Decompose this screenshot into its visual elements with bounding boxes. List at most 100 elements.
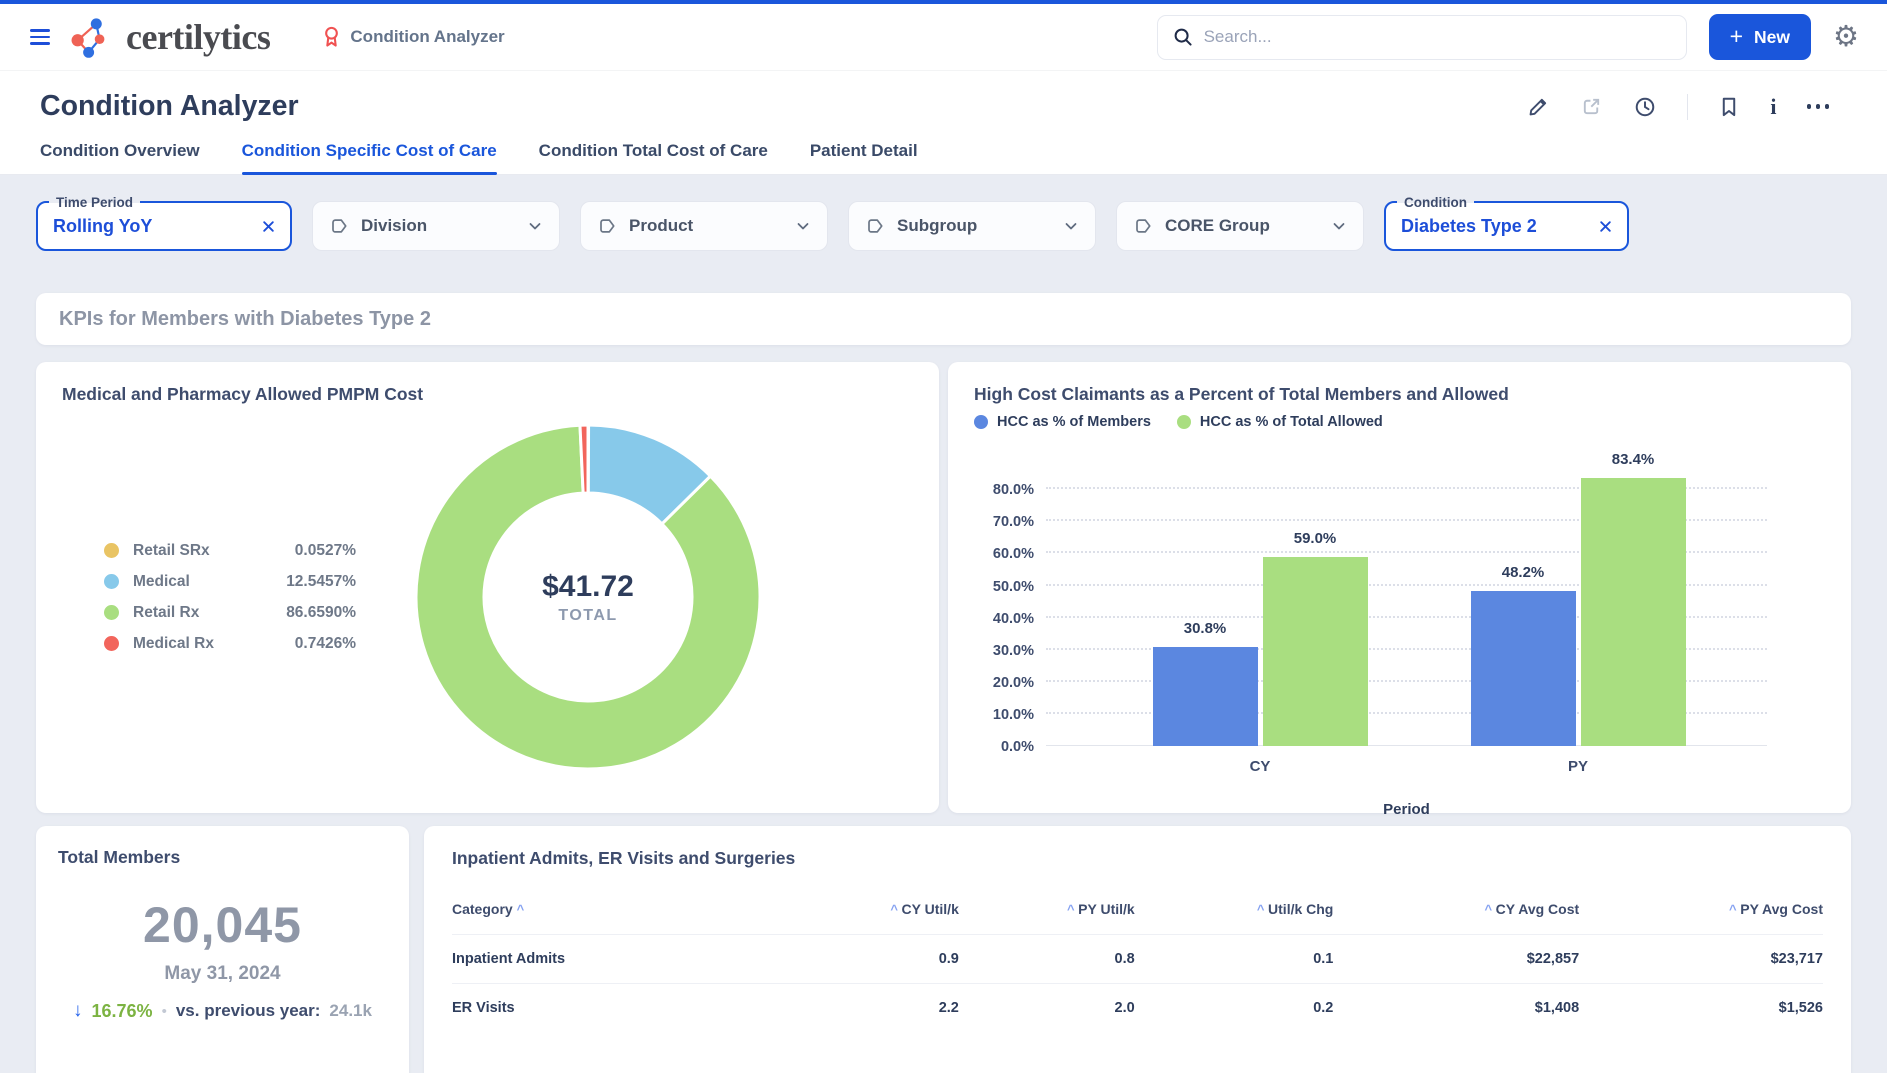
sort-caret-icon: ^	[890, 902, 901, 917]
donut-legend-item-medical: Medical12.5457%	[104, 573, 356, 591]
tab-condition-total-cost-of-care[interactable]: Condition Total Cost of Care	[539, 141, 768, 174]
bar-value-label: 59.0%	[1294, 530, 1337, 547]
edit-pencil-icon[interactable]	[1527, 95, 1550, 118]
sort-caret-icon: ^	[1067, 902, 1078, 917]
tab-condition-overview[interactable]: Condition Overview	[40, 141, 200, 174]
column-header-cy-avg-cost[interactable]: ^ CY Avg Cost	[1333, 887, 1579, 935]
total-members-date: May 31, 2024	[58, 963, 387, 985]
bookmark-icon[interactable]	[1718, 95, 1740, 118]
row-value: $23,717	[1579, 935, 1823, 984]
filter-subgroup-label: Subgroup	[897, 216, 977, 236]
total-members-title: Total Members	[58, 847, 387, 868]
chevron-down-icon	[527, 218, 543, 234]
y-tick-label: 20.0%	[993, 675, 1034, 691]
donut-chart-title: Medical and Pharmacy Allowed PMPM Cost	[62, 384, 913, 405]
pmpm-donut-card: Medical and Pharmacy Allowed PMPM Cost R…	[36, 362, 939, 813]
bar-legend-item-hcc-as-of-members: HCC as % of Members	[974, 414, 1151, 430]
filter-core-group-dropdown[interactable]: CORE Group	[1116, 201, 1364, 251]
column-label: PY Avg Cost	[1740, 901, 1823, 917]
row-value: $22,857	[1333, 935, 1579, 984]
donut-segment-medical-rx[interactable]	[580, 425, 588, 493]
y-tick-label: 40.0%	[993, 611, 1034, 627]
history-clock-icon[interactable]	[1633, 95, 1657, 119]
utilization-table-card: Inpatient Admits, ER Visits and Surgerie…	[424, 826, 1851, 1073]
chevron-down-icon	[1063, 218, 1079, 234]
column-label: Util/k Chg	[1268, 901, 1333, 917]
settings-gear-icon[interactable]: ⚙	[1833, 23, 1859, 52]
bar-py-hcc-as-of-members[interactable]: 48.2%	[1471, 591, 1576, 746]
filter-condition[interactable]: Condition Diabetes Type 2	[1384, 201, 1629, 251]
filter-core-group-label: CORE Group	[1165, 216, 1270, 236]
close-x-icon[interactable]	[1599, 220, 1612, 233]
sort-caret-icon: ^	[1729, 902, 1740, 917]
table-row: ER Visits2.22.00.2$1,408$1,526	[452, 984, 1823, 1033]
donut-legend-item-retail-srx: Retail SRx0.0527%	[104, 542, 356, 560]
close-x-icon[interactable]	[262, 220, 275, 233]
menu-icon[interactable]	[30, 29, 50, 45]
x-category-label: CY	[1101, 758, 1419, 775]
page-title: Condition Analyzer	[40, 90, 299, 123]
actions-divider	[1687, 94, 1688, 120]
legend-swatch	[104, 605, 119, 620]
logo-wordmark: certilytics	[126, 16, 270, 58]
legend-value: 0.7426%	[295, 635, 356, 653]
separator-dot: •	[162, 1003, 167, 1020]
bar-legend: HCC as % of MembersHCC as % of Total All…	[974, 414, 1825, 430]
column-label: Category	[452, 901, 517, 917]
filter-product-dropdown[interactable]: Product	[580, 201, 828, 251]
legend-label: Retail Rx	[133, 604, 241, 622]
bar-value-label: 30.8%	[1184, 620, 1227, 637]
legend-swatch	[1177, 415, 1191, 429]
brand-logo[interactable]: certilytics	[70, 14, 270, 60]
tab-patient-detail[interactable]: Patient Detail	[810, 141, 918, 174]
row-value: 0.2	[1135, 984, 1334, 1033]
bar-value-label: 83.4%	[1612, 451, 1655, 468]
filter-time-period-value: Rolling YoY	[53, 216, 152, 237]
new-button[interactable]: + New	[1709, 14, 1811, 60]
column-header-cy-util-k[interactable]: ^ CY Util/k	[781, 887, 959, 935]
bar-group-cy: 30.8%59.0%	[1101, 446, 1419, 746]
search-input[interactable]	[1204, 27, 1671, 47]
row-value: 2.0	[959, 984, 1135, 1033]
filter-condition-value: Diabetes Type 2	[1401, 216, 1537, 237]
legend-swatch	[104, 574, 119, 589]
legend-value: 12.5457%	[286, 573, 356, 591]
donut-svg	[408, 417, 768, 777]
column-header-py-util-k[interactable]: ^ PY Util/k	[959, 887, 1135, 935]
plus-icon: +	[1730, 25, 1743, 48]
y-tick-label: 70.0%	[993, 514, 1034, 530]
app-breadcrumb[interactable]: Condition Analyzer	[322, 25, 504, 49]
filter-division-dropdown[interactable]: Division	[312, 201, 560, 251]
sort-caret-icon: ^	[1484, 902, 1495, 917]
legend-label: Medical Rx	[133, 635, 241, 653]
filter-time-period[interactable]: Time Period Rolling YoY	[36, 201, 292, 251]
legend-label: HCC as % of Members	[997, 414, 1151, 430]
search-icon	[1173, 27, 1193, 47]
bar-group-py: 48.2%83.4%	[1419, 446, 1737, 746]
x-labels: CYPY	[1101, 758, 1737, 775]
tab-condition-specific-cost-of-care[interactable]: Condition Specific Cost of Care	[242, 141, 497, 174]
hcc-bar-chart-card: High Cost Claimants as a Percent of Tota…	[948, 362, 1851, 813]
bar-cy-hcc-as-of-total-allowed[interactable]: 59.0%	[1263, 557, 1368, 746]
column-header-category[interactable]: Category ^	[452, 887, 781, 935]
open-external-icon[interactable]	[1580, 95, 1603, 118]
filter-product-label: Product	[629, 216, 693, 236]
app-breadcrumb-label: Condition Analyzer	[350, 27, 504, 47]
y-tick-label: 10.0%	[993, 707, 1034, 723]
util-table-head-row: Category ^^ CY Util/k^ PY Util/k^ Util/k…	[452, 887, 1823, 935]
row-value: 0.9	[781, 935, 959, 984]
bar-py-hcc-as-of-total-allowed[interactable]: 83.4%	[1581, 478, 1686, 746]
y-axis: 0.0%10.0%20.0%30.0%40.0%50.0%60.0%70.0%8…	[974, 446, 1046, 746]
filter-subgroup-dropdown[interactable]: Subgroup	[848, 201, 1096, 251]
legend-swatch	[104, 543, 119, 558]
bar-cy-hcc-as-of-members[interactable]: 30.8%	[1153, 647, 1258, 746]
info-icon[interactable]: i	[1770, 94, 1776, 120]
column-header-util-k-chg[interactable]: ^ Util/k Chg	[1135, 887, 1334, 935]
global-search[interactable]	[1157, 15, 1687, 60]
logo-network-icon	[70, 14, 116, 60]
row-value: 0.1	[1135, 935, 1334, 984]
column-header-py-avg-cost[interactable]: ^ PY Avg Cost	[1579, 887, 1823, 935]
more-options-icon[interactable]	[1807, 104, 1830, 109]
donut-chart: $41.72 TOTAL	[408, 417, 768, 777]
y-tick-label: 60.0%	[993, 546, 1034, 562]
